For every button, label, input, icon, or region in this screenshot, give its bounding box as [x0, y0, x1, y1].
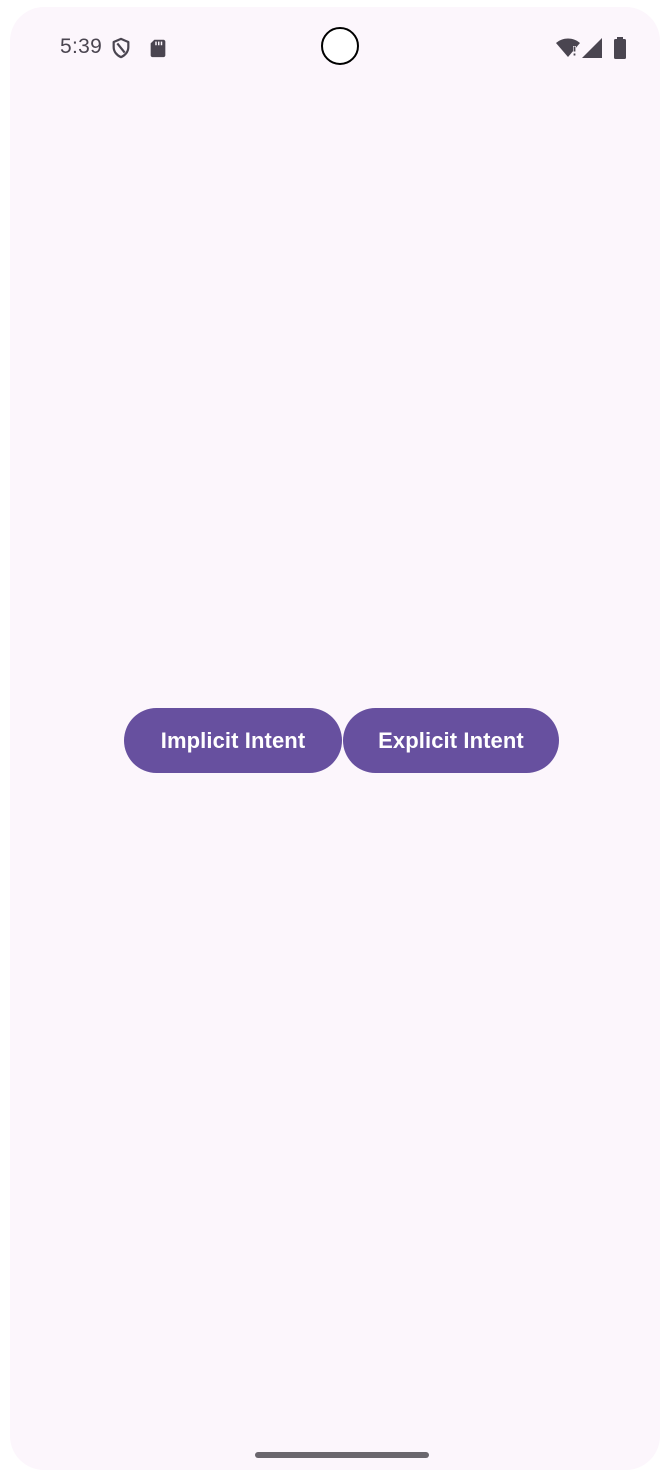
shield-icon: [112, 37, 130, 59]
explicit-intent-button[interactable]: Explicit Intent: [343, 708, 559, 773]
home-gesture-bar[interactable]: [255, 1452, 429, 1458]
sd-card-icon: [150, 39, 166, 58]
implicit-intent-label: Implicit Intent: [160, 727, 306, 753]
battery-icon: [614, 37, 626, 59]
implicit-intent-button[interactable]: Implicit Intent: [124, 708, 342, 773]
wifi-alert-icon: [556, 38, 580, 57]
status-time: 5:39: [60, 35, 103, 58]
app-screen: 5:39 Implicit Intent Explicit Intent: [10, 7, 660, 1470]
explicit-intent-label: Explicit Intent: [378, 727, 524, 753]
cell-signal-icon: [582, 38, 602, 58]
camera-cutout: [321, 27, 359, 65]
intent-button-row: Implicit Intent Explicit Intent: [124, 708, 560, 774]
status-bar: 5:39: [10, 7, 660, 87]
